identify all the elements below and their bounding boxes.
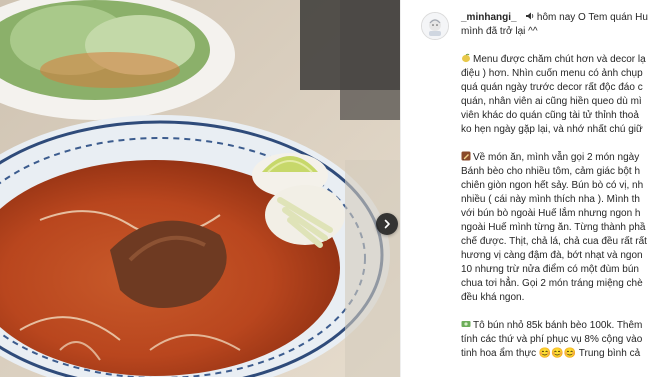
caption-line: tính các thứ và phí phục vụ 8% cộng vào: [461, 334, 643, 345]
chevron-right-icon: [384, 219, 390, 229]
username[interactable]: _minhangi_: [461, 12, 517, 23]
avatar[interactable]: [421, 12, 449, 40]
caption-line: Menu được chăm chút hơn và decor lạ: [473, 54, 646, 65]
caption-line: Bánh bèo cho nhiều tôm, cảm giác bột h: [461, 166, 641, 177]
post-caption: _minhangi_ hôm nay O Tem quán Hu mình đã…: [461, 11, 670, 361]
caption-line: mình đã trở lại ^^: [461, 26, 538, 37]
caption-line: đều khá ngon.: [461, 292, 525, 303]
caption-line: tinh hoa ẩm thực 😊😊😊 Trung bình cả: [461, 348, 641, 359]
caption-line: Tô bún nhỏ 85k bánh bèo 100k. Thêm: [473, 320, 643, 331]
speaker-emoji-icon: [525, 12, 534, 20]
caption-line: ko hẹn ngày gặp lại, và nhớ nhất chú giữ: [461, 124, 643, 135]
caption-line: nhiều ( cái này mình thích nha ). Mình t…: [461, 194, 640, 205]
next-image-button[interactable]: [376, 213, 398, 235]
caption-line: chiên giòn ngon hết sảy. Bún bò có vị, n…: [461, 180, 644, 191]
post-sidebar: _minhangi_ hôm nay O Tem quán Hu mình đã…: [400, 0, 670, 377]
caption-line: hương vị càng đậm đà, bớt nhạt và ngon: [461, 250, 643, 261]
caption-line: quá quán ngày trước decor rất độc đáo c: [461, 82, 643, 93]
caption-line: viên khác do quán cũng tài tử thỉnh thoả: [461, 110, 639, 121]
pencil-emoji-icon: [461, 151, 471, 161]
money-emoji-icon: [461, 321, 471, 327]
caption-line: ngoài Huế mình từng ăn. Từng thành phầ: [461, 222, 646, 233]
caption-line: chế được. Thịt, chả lá, chả cua đều rất …: [461, 236, 647, 247]
caption-line: chua tơi hẳn. Gọi 2 món tráng miệng chè: [461, 278, 643, 289]
post-photo: [0, 0, 400, 377]
caption-line: với bún bò ngoài Huế lắm nhưng ngon h: [461, 208, 641, 219]
caption-line: quán, nhân viên ai cũng hiền queo dù mì: [461, 96, 642, 107]
caption-line: 10 nhưng trừ nửa điểm có một đùm bún: [461, 264, 639, 275]
caption-line: điệu ) hơn. Nhìn cuốn menu có ảnh chụp: [461, 68, 643, 79]
lemon-emoji-icon: [462, 53, 470, 63]
caption-line: Về món ăn, mình vẫn gọi 2 món ngày: [473, 152, 640, 163]
bun-bo-hue-photo: [0, 0, 400, 377]
avatar-illustration-icon: [422, 13, 448, 39]
caption-header: hôm nay O Tem quán Hu: [536, 12, 648, 23]
